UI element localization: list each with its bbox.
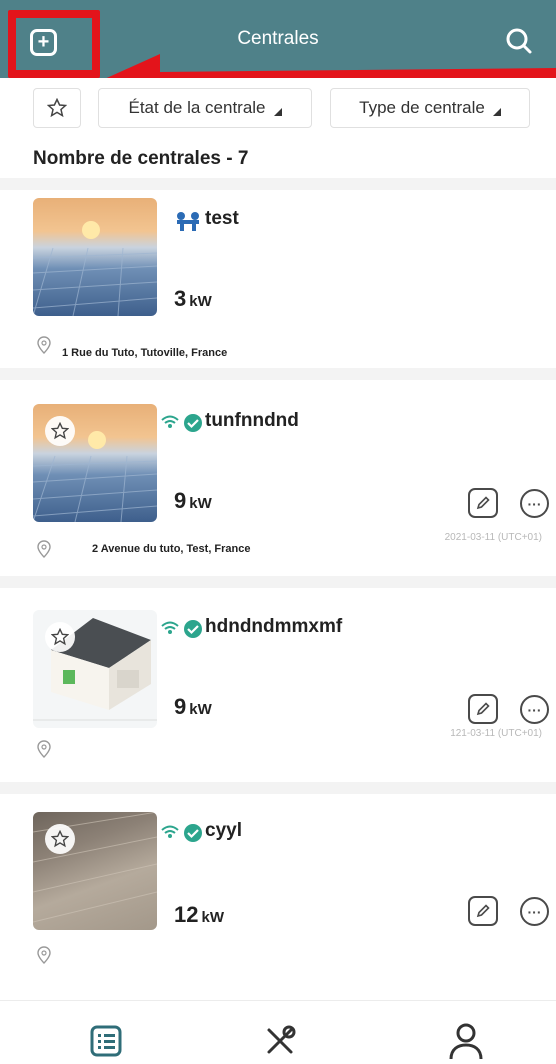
- location-pin-icon: [37, 540, 51, 558]
- more-options-button[interactable]: ···: [520, 489, 549, 518]
- location-pin-icon: [37, 946, 51, 964]
- plant-count: Nombre de centrales - 7: [33, 148, 249, 169]
- pencil-icon: [476, 702, 490, 716]
- user-icon: [449, 1023, 483, 1060]
- power-unit: kW: [201, 909, 224, 926]
- ellipsis-icon: ···: [527, 701, 542, 718]
- power-value: 9: [174, 488, 187, 513]
- online-status-icons: [161, 620, 202, 638]
- plant-name: cyyl: [205, 820, 242, 841]
- edit-button[interactable]: [468, 694, 498, 724]
- power-unit: kW: [189, 293, 212, 310]
- caret-icon: [273, 108, 282, 116]
- pencil-icon: [476, 496, 490, 510]
- star-icon: [51, 628, 69, 646]
- power-unit: kW: [189, 495, 212, 512]
- location-pin-icon: [37, 336, 51, 354]
- edit-button[interactable]: [468, 488, 498, 518]
- plant-photo: [33, 198, 157, 316]
- plant-power: 12 kW: [174, 902, 224, 928]
- power-unit: kW: [189, 701, 212, 718]
- plant-name: hdndndmmxmf: [205, 616, 343, 637]
- bottom-nav: [0, 1000, 556, 1064]
- plant-power: 9 kW: [174, 694, 212, 720]
- caret-icon: [492, 108, 501, 116]
- plant-state-filter-label: État de la centrale: [128, 98, 266, 117]
- plant-photo: [33, 610, 157, 728]
- plant-date: 2021-03-11 (UTC+01): [444, 532, 542, 543]
- plant-card[interactable]: test 3 kW 1 Rue du Tuto, Tutoville, Franc…: [0, 190, 556, 368]
- nav-profile[interactable]: [444, 1019, 488, 1063]
- favorite-filter-button[interactable]: [33, 88, 81, 128]
- pencil-icon: [476, 904, 490, 918]
- plant-card[interactable]: cyyl 12 kW ···: [0, 800, 556, 990]
- tools-icon: [267, 1025, 296, 1054]
- favorite-toggle[interactable]: [45, 416, 75, 446]
- ellipsis-icon: ···: [527, 903, 542, 920]
- divider: [0, 368, 556, 380]
- divider: [0, 782, 556, 794]
- plant-card[interactable]: tunfnndnd 9 kW ··· 2021-03-11 (UTC+01) 2 …: [0, 392, 556, 570]
- online-status-icons: [161, 824, 202, 842]
- favorite-toggle[interactable]: [45, 622, 75, 652]
- plus-square-icon[interactable]: +: [30, 29, 57, 56]
- offline-network-icon: [177, 212, 199, 231]
- plant-type-filter[interactable]: Type de centrale: [330, 88, 530, 128]
- edit-button[interactable]: [468, 896, 498, 926]
- plant-date: 121-03-11 (UTC+01): [450, 728, 542, 739]
- ellipsis-icon: ···: [527, 495, 542, 512]
- more-options-button[interactable]: ···: [520, 695, 549, 724]
- favorite-toggle[interactable]: [45, 824, 75, 854]
- plant-power: 3 kW: [174, 286, 212, 312]
- list-icon: [90, 1025, 122, 1057]
- divider: [0, 178, 556, 190]
- divider: [0, 576, 556, 588]
- plant-photo: [33, 404, 157, 522]
- online-status-icons: [161, 414, 202, 432]
- star-icon: [47, 98, 67, 118]
- nav-plants[interactable]: [84, 1019, 128, 1063]
- nav-tools[interactable]: [258, 1019, 302, 1063]
- plant-photo: [33, 812, 157, 930]
- more-options-button[interactable]: ···: [520, 897, 549, 926]
- plant-state-filter[interactable]: État de la centrale: [98, 88, 312, 128]
- power-value: 3: [174, 286, 187, 311]
- star-icon: [51, 422, 69, 440]
- power-value: 9: [174, 694, 187, 719]
- solar-panels-graphic: [33, 221, 157, 316]
- plant-name: tunfnndnd: [205, 410, 299, 431]
- star-icon: [51, 830, 69, 848]
- plant-type-filter-label: Type de centrale: [359, 98, 485, 117]
- plant-address: 1 Rue du Tuto, Tutoville, France: [62, 347, 228, 359]
- plant-power: 9 kW: [174, 488, 212, 514]
- location-pin-icon: [37, 740, 51, 758]
- plant-card[interactable]: hdndndmmxmf 9 kW ··· 121-03-11 (UTC+01): [0, 598, 556, 776]
- plant-name: test: [205, 208, 239, 229]
- power-value: 12: [174, 902, 199, 927]
- plant-address: 2 Avenue du tuto, Test, France: [92, 543, 251, 555]
